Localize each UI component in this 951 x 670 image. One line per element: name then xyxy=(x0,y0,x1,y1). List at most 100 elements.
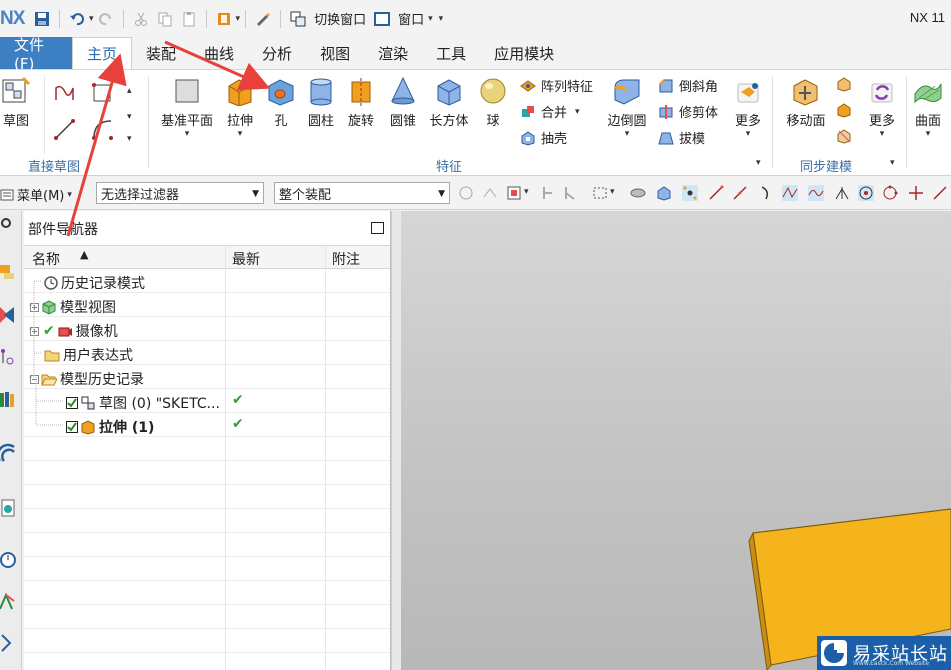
save-icon[interactable] xyxy=(33,10,51,28)
feature-more-button[interactable]: 更多 ▾ xyxy=(728,70,768,139)
rect-select-icon[interactable] xyxy=(592,185,608,201)
cone-button[interactable]: 圆锥 xyxy=(384,70,422,129)
edge-blend-button[interactable]: 边倒圆 ▾ xyxy=(602,70,652,139)
rectangle-icon[interactable] xyxy=(91,82,113,104)
endpoint-icon[interactable] xyxy=(932,185,948,201)
line-icon[interactable] xyxy=(53,118,77,142)
window-menu[interactable]: 窗口 xyxy=(398,9,424,28)
datum-plane-dropdown-icon[interactable]: ▾ xyxy=(185,129,190,139)
book-dropdown-icon[interactable]: ▾ xyxy=(236,14,241,24)
sketch-expand-icon[interactable]: ▾ xyxy=(127,134,132,144)
move-face-button[interactable]: 移动面 xyxy=(780,70,832,129)
undo-dropdown-icon[interactable]: ▾ xyxy=(89,14,94,24)
menu-button[interactable]: 菜单(M) ▾ xyxy=(0,185,72,204)
type-filter-dropdown-icon[interactable]: ▾ xyxy=(524,187,529,197)
hole-button[interactable]: 孔 xyxy=(264,70,298,129)
maximize-icon[interactable] xyxy=(371,222,384,234)
sphere-button[interactable]: 球 xyxy=(476,70,510,129)
selection-scope-dropdown[interactable]: 整个装配 ▼ xyxy=(274,182,450,204)
spline-snap-icon[interactable] xyxy=(808,185,824,201)
existing-point-icon[interactable] xyxy=(908,185,924,201)
midpoint-snap-icon[interactable] xyxy=(732,185,748,201)
general-select-icon[interactable] xyxy=(458,185,474,201)
line-snap-icon[interactable] xyxy=(708,185,724,201)
tab-application[interactable]: 应用模块 xyxy=(480,37,568,69)
extrude-dropdown-icon[interactable]: ▾ xyxy=(238,129,243,139)
snap-point-icon[interactable] xyxy=(562,185,578,201)
offset-region-icon[interactable] xyxy=(836,128,852,144)
delete-face-icon[interactable] xyxy=(836,102,852,118)
redo-icon[interactable] xyxy=(97,10,115,28)
customize-dropdown-icon[interactable]: ▾ xyxy=(439,14,444,24)
revolve-button[interactable]: 旋转 xyxy=(342,70,380,129)
feature-more-dropdown-icon[interactable]: ▾ xyxy=(746,129,751,139)
selection-filter-dropdown[interactable]: 无选择过滤器 ▼ xyxy=(96,182,264,204)
tab-home[interactable]: 主页 xyxy=(72,37,133,69)
column-name[interactable]: 名称 xyxy=(32,249,60,269)
sketch-button[interactable]: 草图 xyxy=(0,70,32,129)
book-icon[interactable] xyxy=(215,10,233,28)
switch-window-icon[interactable] xyxy=(289,10,307,28)
assembly-navigator-icon[interactable] xyxy=(0,261,18,283)
arc-center-icon[interactable] xyxy=(858,185,874,201)
panel-splitter[interactable] xyxy=(391,211,401,670)
arc-icon[interactable] xyxy=(91,118,115,142)
system-material-icon[interactable] xyxy=(0,591,18,613)
tab-render[interactable]: 渲染 xyxy=(364,37,422,69)
unite-button[interactable]: 合并 ▾ xyxy=(520,102,580,121)
part-navigator-icon[interactable] xyxy=(0,345,18,367)
constraint-navigator-icon[interactable] xyxy=(0,303,18,325)
undo-icon[interactable] xyxy=(68,10,86,28)
draft-button[interactable]: 拔模 xyxy=(658,128,705,147)
history-palette-icon[interactable] xyxy=(0,497,18,519)
gear-icon[interactable] xyxy=(0,215,18,237)
sync-more-button[interactable]: 更多 ▾ xyxy=(860,70,904,139)
surface-dropdown-icon[interactable]: ▾ xyxy=(926,129,931,139)
type-filter-icon[interactable] xyxy=(506,185,522,201)
block-button[interactable]: 长方体 xyxy=(426,70,472,129)
clock-icon[interactable] xyxy=(0,549,18,571)
window-icon[interactable] xyxy=(373,10,391,28)
tab-file[interactable]: 文件(F) xyxy=(0,36,72,73)
roles-icon[interactable] xyxy=(0,631,18,653)
tab-assembly[interactable]: 装配 xyxy=(132,37,190,69)
cut-icon[interactable] xyxy=(132,10,150,28)
sync-more-dropdown-icon[interactable]: ▾ xyxy=(880,129,885,139)
chamfer-button[interactable]: 倒斜角 xyxy=(658,76,718,95)
tab-analysis[interactable]: 分析 xyxy=(248,37,306,69)
sketch-more-icon[interactable]: ▴ xyxy=(127,86,132,96)
unite-dropdown-icon[interactable]: ▾ xyxy=(575,107,580,117)
web-browser-icon[interactable] xyxy=(0,443,18,465)
pencil-icon[interactable] xyxy=(254,10,272,28)
column-latest[interactable]: 最新 xyxy=(232,249,260,269)
solid-select-icon[interactable] xyxy=(630,185,646,201)
sync-group-expand-icon[interactable]: ▾ xyxy=(890,158,895,168)
reuse-library-icon[interactable] xyxy=(0,389,18,411)
copy-icon[interactable] xyxy=(156,10,174,28)
shell-button[interactable]: 抽壳 xyxy=(520,128,567,147)
feature-select-icon[interactable] xyxy=(482,185,498,201)
point-select-icon[interactable] xyxy=(682,185,698,201)
sort-ascending-icon[interactable]: ▲ xyxy=(80,248,88,261)
column-notes[interactable]: 附注 xyxy=(332,249,360,269)
edge-blend-dropdown-icon[interactable]: ▾ xyxy=(625,129,630,139)
window-dropdown-icon[interactable]: ▾ xyxy=(428,14,433,24)
surface-button[interactable]: 曲面 ▾ xyxy=(910,70,946,139)
tab-tools[interactable]: 工具 xyxy=(422,37,480,69)
extrude-button[interactable]: 拉伸 ▾ xyxy=(220,70,260,139)
curve-snap-icon[interactable] xyxy=(758,185,774,201)
control-point-icon[interactable] xyxy=(782,185,798,201)
cylinder-button[interactable]: 圆柱 xyxy=(302,70,340,129)
tab-view[interactable]: 视图 xyxy=(306,37,364,69)
paste-icon[interactable] xyxy=(180,10,198,28)
body-select-icon[interactable] xyxy=(656,185,672,201)
tab-curve[interactable]: 曲线 xyxy=(190,37,248,69)
rect-select-dropdown-icon[interactable]: ▾ xyxy=(610,187,615,197)
snap-icon[interactable] xyxy=(540,185,556,201)
graphics-viewport[interactable] xyxy=(401,211,951,670)
replace-face-icon[interactable] xyxy=(836,76,852,92)
intersection-snap-icon[interactable] xyxy=(834,185,850,201)
datum-plane-button[interactable]: 基准平面 ▾ xyxy=(156,70,218,139)
pattern-feature-button[interactable]: 阵列特征 xyxy=(520,76,593,95)
trim-body-button[interactable]: 修剪体 xyxy=(658,102,718,121)
